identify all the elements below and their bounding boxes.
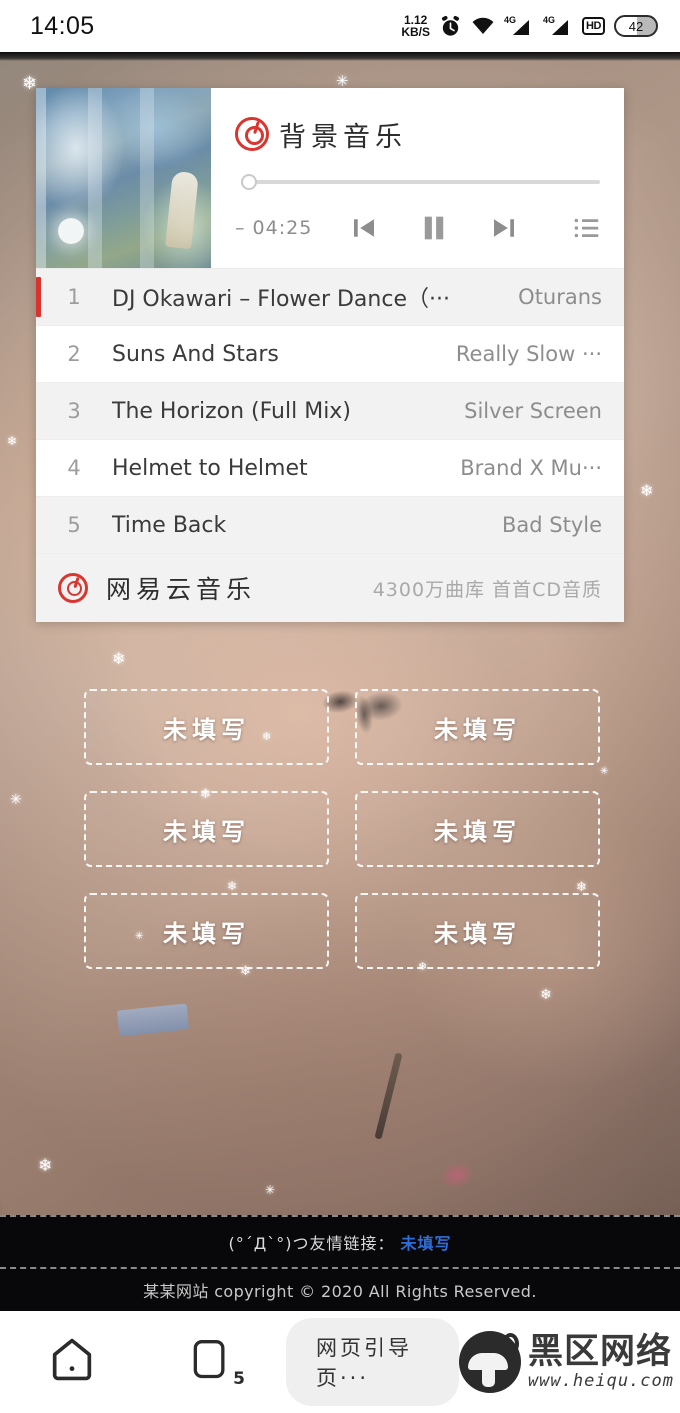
track-index: 3 xyxy=(67,399,81,423)
friendly-links-label: (°´Д`°)つ友情链接： xyxy=(228,1234,395,1253)
table-row[interactable]: 4 Helmet to Helmet Brand X Mu··· xyxy=(36,440,624,497)
active-track-indicator xyxy=(36,277,41,317)
copyright-text: 某某网站 copyright © 2020 All Rights Reserve… xyxy=(143,1282,537,1301)
placeholder-button-4[interactable]: 未填写 xyxy=(355,791,600,867)
watermark-url: www.heiqu.com xyxy=(527,1370,674,1391)
track-artist: Really Slow ··· xyxy=(455,342,602,366)
tabs-button[interactable]: 5 xyxy=(188,1335,245,1390)
track-title: Helmet to Helmet xyxy=(112,455,308,481)
previous-track-button[interactable] xyxy=(349,213,379,243)
time-display: – 04:25 xyxy=(235,217,313,239)
player-title: 背景音乐 xyxy=(279,121,407,153)
page-title-pill[interactable]: 网页引导页··· xyxy=(286,1318,459,1406)
friendly-link[interactable]: 未填写 xyxy=(400,1230,451,1254)
friendly-links-row: (°´Д`°)つ友情链接： 未填写 xyxy=(0,1215,680,1269)
album-artwork xyxy=(36,88,211,268)
page-content: ❄ ✳ ❄ ❄ ❄ ❄ ✳ ❄ ✳ ❄ ✳ ❄ ❄ ✳ ❄ ❄ ❄ ❄ ✳ 背景… xyxy=(0,52,680,1215)
svg-text:4G: 4G xyxy=(543,15,555,25)
next-track-button[interactable] xyxy=(489,213,519,243)
bottom-navigation-bar: 5 网页引导页··· 黑区网络 www.heiqu.com xyxy=(0,1311,680,1413)
status-icons: 1.12 KB/S 4G 4G HD 42 xyxy=(401,14,658,38)
progress-knob[interactable] xyxy=(241,174,257,190)
track-index: 2 xyxy=(67,342,81,366)
track-artist: Oturans xyxy=(518,285,602,309)
placeholder-button-3[interactable]: 未填写 xyxy=(84,791,329,867)
playlist-button[interactable] xyxy=(572,213,602,243)
battery-level: 42 xyxy=(628,18,644,34)
mushroom-stem xyxy=(481,1367,495,1387)
status-bar: 14:05 1.12 KB/S 4G 4G HD 42 xyxy=(0,0,680,52)
mushroom-logo-icon xyxy=(458,1331,521,1393)
track-title: Suns And Stars xyxy=(112,341,279,367)
track-index: 1 xyxy=(67,285,81,309)
netease-brand-name: 网易云音乐 xyxy=(106,575,257,604)
table-row[interactable]: 3 The Horizon (Full Mix) Silver Screen xyxy=(36,383,624,440)
player-controls-area: 背景音乐 – 04:25 xyxy=(211,88,624,268)
placeholder-button-1[interactable]: 未填写 xyxy=(84,689,329,765)
placeholder-button-grid: 未填写 未填写 未填写 未填写 未填写 未填写 xyxy=(84,689,600,969)
pause-button[interactable] xyxy=(417,211,451,245)
battery-indicator: 42 xyxy=(614,15,658,37)
track-index: 4 xyxy=(67,456,81,480)
table-row[interactable]: 5 Time Back Bad Style xyxy=(36,497,624,554)
track-title: Time Back xyxy=(112,512,227,538)
track-artist: Bad Style xyxy=(501,513,602,537)
netease-slogan: 4300万曲库 首首CD音质 xyxy=(372,578,602,601)
track-list: 1 DJ Okawari – Flower Dance（··· Oturans … xyxy=(36,268,624,554)
mushroom-hook xyxy=(501,1333,519,1355)
progress-slider[interactable] xyxy=(241,174,600,190)
netease-footer: 网易云音乐 4300万曲库 首首CD音质 xyxy=(36,554,624,622)
playback-controls: – 04:25 xyxy=(235,192,602,264)
hd-icon: HD xyxy=(582,17,605,35)
alarm-clock-icon xyxy=(442,15,459,36)
track-title: DJ Okawari – Flower Dance（··· xyxy=(112,287,450,312)
site-footer: (°´Д`°)つ友情链接： 未填写 某某网站 copyright © 2020 … xyxy=(0,1215,680,1311)
track-index: 5 xyxy=(67,513,81,537)
netease-logo-icon xyxy=(235,117,269,151)
tabs-count: 5 xyxy=(233,1368,245,1389)
table-row[interactable]: 1 DJ Okawari – Flower Dance（··· Oturans xyxy=(36,269,624,326)
background-top-band xyxy=(0,52,680,61)
music-player-card: 背景音乐 – 04:25 1 DJ Okawari – Flower Dance… xyxy=(36,88,624,622)
table-row[interactable]: 2 Suns And Stars Really Slow ··· xyxy=(36,326,624,383)
network-speed-indicator: 1.12 KB/S xyxy=(401,14,430,39)
player-header: 背景音乐 – 04:25 xyxy=(36,88,624,268)
album-artwork-glow xyxy=(58,218,84,244)
track-artist: Silver Screen xyxy=(464,399,602,423)
wifi-icon xyxy=(472,17,494,34)
home-button[interactable] xyxy=(46,1334,98,1391)
placeholder-button-2[interactable]: 未填写 xyxy=(355,689,600,765)
placeholder-button-6[interactable]: 未填写 xyxy=(355,893,600,969)
watermark-text: 黑区网络 www.heiqu.com xyxy=(527,1331,674,1391)
status-clock: 14:05 xyxy=(30,11,95,40)
network-speed-unit: KB/S xyxy=(401,25,430,39)
track-artist: Brand X Mu··· xyxy=(460,456,602,480)
netease-logo-icon xyxy=(58,573,88,603)
svg-text:4G: 4G xyxy=(504,15,516,25)
watermark: 黑区网络 www.heiqu.com xyxy=(458,1331,674,1393)
signal-icon-1: 4G xyxy=(504,15,529,35)
track-title: The Horizon (Full Mix) xyxy=(112,398,351,424)
signal-icon-2: 4G xyxy=(543,15,568,35)
player-title-row: 背景音乐 xyxy=(235,88,602,180)
watermark-brand: 黑区网络 xyxy=(527,1331,672,1372)
transport-buttons xyxy=(349,211,519,245)
placeholder-button-5[interactable]: 未填写 xyxy=(84,893,329,969)
progress-row xyxy=(235,174,602,190)
